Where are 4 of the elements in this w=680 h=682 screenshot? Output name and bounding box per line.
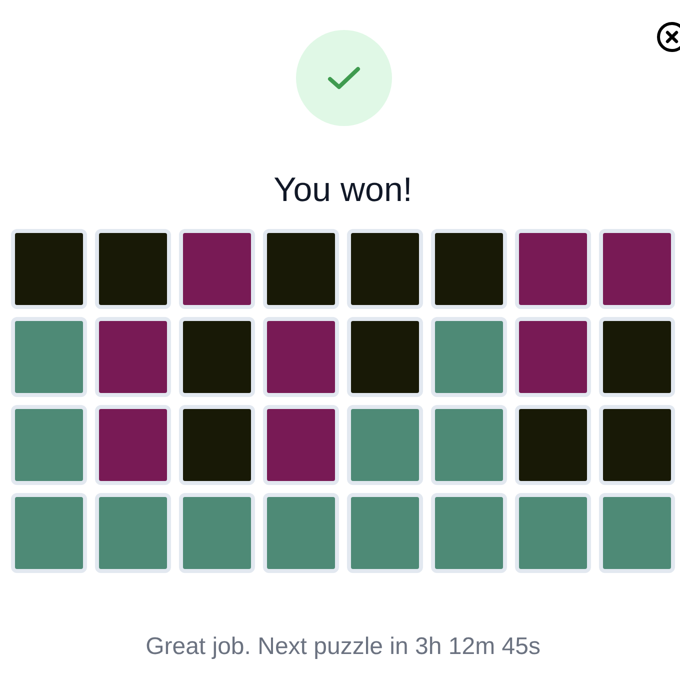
result-title: You won! <box>274 170 412 210</box>
close-icon[interactable] <box>656 21 680 53</box>
next-puzzle-message: Great job. Next puzzle in 3h 12m 45s <box>146 633 540 661</box>
checkmark-icon <box>326 65 360 91</box>
